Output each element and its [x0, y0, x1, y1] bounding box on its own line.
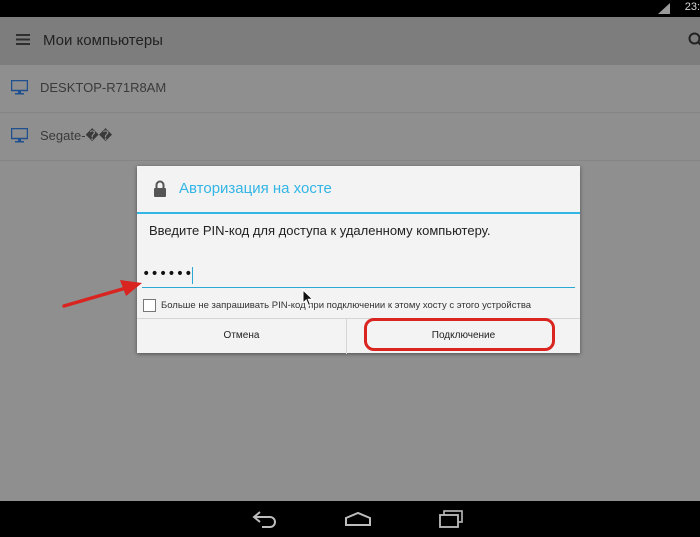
dialog-title-divider [137, 212, 580, 214]
pin-input[interactable]: •••••• [142, 265, 575, 288]
status-time: 23: [684, 1, 700, 13]
host-item-segate[interactable]: Segate-�� [0, 113, 700, 161]
action-bar: Мои компьютеры [0, 17, 700, 65]
text-caret [192, 267, 193, 284]
dialog-title: Авторизация на хосте [179, 180, 332, 197]
remember-pin-checkbox[interactable] [143, 299, 156, 312]
connect-highlight-ring [364, 318, 555, 351]
remember-pin-label[interactable]: Больше не запрашивать PIN-код при подклю… [161, 300, 531, 311]
host-name: Segate-�� [40, 128, 113, 143]
host-name: DESKTOP-R71R8AM [40, 80, 167, 95]
dialog-message: Введите PIN-код для доступа к удаленному… [149, 223, 491, 238]
hamburger-menu-icon[interactable] [16, 34, 30, 45]
back-icon[interactable] [252, 510, 278, 528]
search-icon[interactable] [688, 32, 700, 48]
mouse-pointer-icon [302, 289, 314, 307]
monitor-icon [11, 128, 28, 143]
host-item-desktop[interactable]: DESKTOP-R71R8AM [0, 65, 700, 113]
pin-value: •••••• [142, 266, 193, 282]
home-icon[interactable] [343, 510, 373, 528]
page-title: Мои компьютеры [43, 32, 163, 49]
lock-icon [154, 180, 166, 197]
red-arrow-annotation [62, 280, 142, 308]
recents-icon[interactable] [438, 510, 464, 528]
status-bar: 23: [0, 0, 700, 17]
monitor-icon [11, 80, 28, 95]
navigation-bar [0, 501, 700, 537]
signal-icon [658, 3, 670, 14]
cancel-button[interactable]: Отмена [137, 319, 347, 354]
